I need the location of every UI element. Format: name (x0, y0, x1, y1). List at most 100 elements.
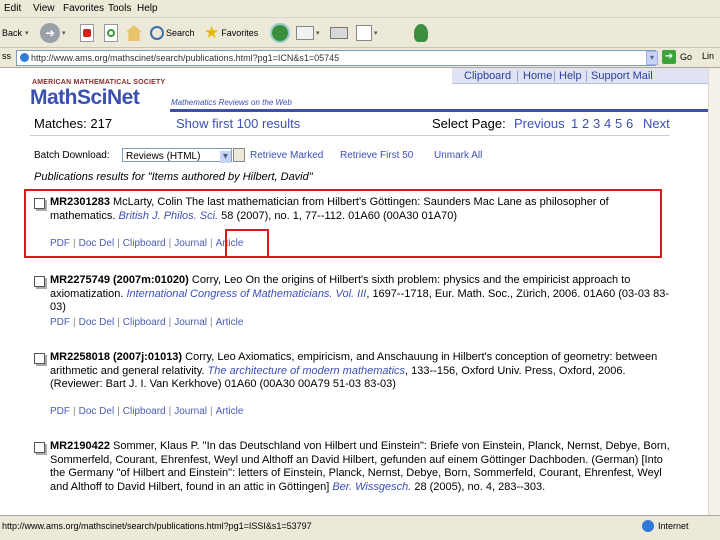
page-link-2[interactable]: 2 (582, 116, 589, 131)
page-link-3[interactable]: 3 (593, 116, 600, 131)
page-link-6[interactable]: 6 (626, 116, 633, 131)
page-content: AMERICAN MATHEMATICAL SOCIETY MathSciNet… (0, 68, 708, 515)
home-button[interactable] (126, 22, 142, 44)
url-input[interactable]: http://www.ams.org/mathscinet/search/pub… (16, 50, 656, 66)
edit-page-icon (356, 25, 372, 41)
refresh-button[interactable] (104, 22, 118, 44)
next-link[interactable]: Next (643, 116, 670, 131)
batch-row: Batch Download: Reviews (HTML) ▾ Retriev… (0, 148, 708, 164)
journal-link[interactable]: Ber. Wissgesch. (332, 481, 411, 493)
highlight-box-result (24, 189, 662, 258)
search-icon (150, 26, 164, 40)
nav-support-mail[interactable]: Support Mail (591, 70, 653, 82)
print-button[interactable] (330, 22, 348, 44)
chevron-down-icon: ▾ (316, 30, 320, 37)
menu-help[interactable]: Help (137, 3, 158, 14)
result-checkbox[interactable] (34, 353, 45, 364)
result-links: PDF | Doc Del | Clipboard | Journal | Article (50, 317, 244, 328)
search-label: Search (166, 28, 195, 38)
article-link[interactable]: Article (216, 406, 244, 417)
stop-button[interactable] (80, 22, 94, 44)
favorites-button[interactable]: ★ Favorites (204, 22, 258, 44)
forward-arrow-icon: ➜ (40, 23, 60, 43)
mail-icon (296, 26, 314, 40)
favorites-label: Favorites (221, 28, 259, 38)
mr-number-link[interactable]: MR2258018 (2007j:01013) (50, 351, 182, 363)
messenger-button[interactable] (414, 22, 428, 44)
page-link-5[interactable]: 5 (615, 116, 622, 131)
address-bar: ss http://www.ams.org/mathscinet/search/… (0, 48, 720, 68)
top-nav: Clipboard | Home | Help | Support Mail (452, 68, 708, 84)
journal-link[interactable]: International Congress of Mathematicians… (126, 288, 366, 300)
go-button[interactable]: ➔ Go (662, 50, 692, 64)
search-button[interactable]: Search (150, 22, 195, 44)
menu-tools[interactable]: Tools (108, 3, 131, 14)
journal-link[interactable]: Journal (174, 317, 207, 328)
go-arrow-icon: ➔ (662, 50, 676, 64)
back-button[interactable]: Back ▾ (2, 22, 29, 44)
matches-count: Matches: 217 (34, 116, 113, 131)
result-citation: MR2275749 (2007m:01020) Corry, Leo On th… (50, 274, 674, 315)
nav-separator: | (585, 70, 588, 82)
header-rule (170, 109, 708, 112)
nav-home[interactable]: Home (523, 70, 552, 82)
logo-tagline: Mathematics Reviews on the Web (171, 98, 292, 107)
retrieve-marked-link[interactable]: Retrieve Marked (250, 150, 323, 161)
select-page-label: Select Page: (432, 116, 506, 131)
edit-button[interactable]: ▾ (356, 22, 378, 44)
result-checkbox[interactable] (34, 276, 45, 287)
history-button[interactable] (270, 22, 290, 44)
result-checkbox[interactable] (34, 442, 45, 453)
doc-del-link[interactable]: Doc Del (79, 406, 115, 417)
mail-button[interactable]: ▾ (296, 22, 320, 44)
batch-download-label: Batch Download: (34, 150, 110, 161)
security-zone: Internet (642, 520, 689, 532)
batch-go-button[interactable] (233, 148, 245, 162)
menu-view[interactable]: View (33, 3, 55, 14)
mr-number-link[interactable]: MR2275749 (2007m:01020) (50, 274, 189, 286)
matches-row: Matches: 217 Show first 100 results Sele… (0, 114, 708, 134)
pdf-link[interactable]: PDF (50, 406, 70, 417)
journal-link[interactable]: The architecture of modern mathematics (208, 365, 405, 377)
nav-separator: | (553, 70, 556, 82)
status-url: http://www.ams.org/mathscinet/search/pub… (2, 521, 312, 531)
nav-clipboard[interactable]: Clipboard (464, 70, 511, 82)
result-item: MR2190422 Sommer, Klaus P. "In das Deuts… (34, 440, 674, 515)
chevron-down-icon: ▾ (25, 30, 29, 37)
doc-del-link[interactable]: Doc Del (79, 317, 115, 328)
clipboard-link[interactable]: Clipboard (123, 406, 166, 417)
menu-edit[interactable]: Edit (4, 3, 21, 14)
result-item: MR2258018 (2007j:01013) Corry, Leo Axiom… (34, 351, 674, 421)
menu-bar: Edit View Favorites Tools Help (0, 0, 720, 18)
retrieve-first-link[interactable]: Retrieve First 50 (340, 150, 413, 161)
chevron-down-icon: ▾ (374, 30, 378, 37)
unmark-all-link[interactable]: Unmark All (434, 150, 482, 161)
batch-format-value: Reviews (HTML) (126, 151, 201, 162)
stop-icon (80, 24, 94, 42)
article-link[interactable]: Article (216, 317, 244, 328)
mr-number-link[interactable]: MR2190422 (50, 440, 110, 452)
page-link-4[interactable]: 4 (604, 116, 611, 131)
links-label[interactable]: Lin (702, 51, 714, 61)
history-icon (270, 23, 290, 43)
nav-help[interactable]: Help (559, 70, 582, 82)
chevron-down-icon: ▾ (62, 30, 66, 37)
result-item: MR2275749 (2007m:01020) Corry, Leo On th… (34, 274, 674, 330)
previous-link[interactable]: Previous (514, 116, 565, 131)
journal-link[interactable]: Journal (174, 406, 207, 417)
go-label: Go (680, 52, 693, 62)
address-dropdown-button[interactable]: ▾ (646, 51, 658, 65)
pdf-link[interactable]: PDF (50, 317, 70, 328)
menu-favorites[interactable]: Favorites (63, 3, 104, 14)
ams-banner: AMERICAN MATHEMATICAL SOCIETY (32, 79, 166, 86)
batch-format-select[interactable]: Reviews (HTML) ▾ (122, 148, 232, 163)
page-link-1[interactable]: 1 (571, 116, 578, 131)
clipboard-link[interactable]: Clipboard (123, 317, 166, 328)
forward-button[interactable]: ➜ ▾ (40, 22, 66, 44)
citation-text: 28 (2005), no. 4, 283--303. (411, 480, 546, 493)
page-icon (20, 53, 29, 62)
show-first-link[interactable]: Show first 100 results (176, 116, 300, 131)
mathscinet-logo[interactable]: MathSciNet (30, 86, 140, 110)
result-links: PDF | Doc Del | Clipboard | Journal | Article (50, 406, 244, 417)
vertical-scrollbar[interactable] (708, 68, 720, 515)
